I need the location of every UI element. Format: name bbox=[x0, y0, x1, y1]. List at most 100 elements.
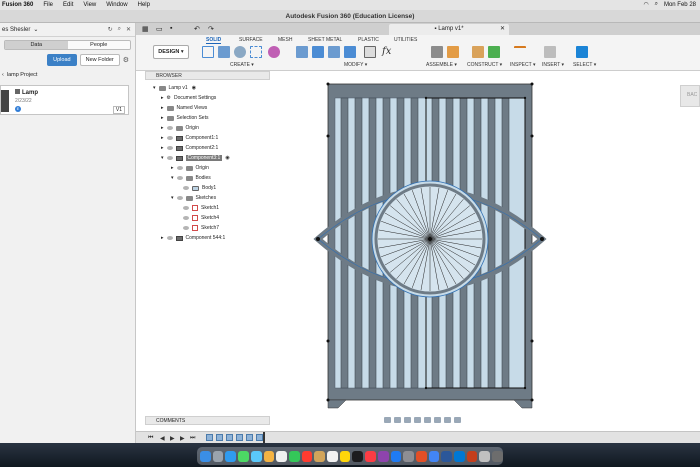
app-menu[interactable]: Fusion 360 bbox=[2, 2, 33, 8]
chevron-left-icon[interactable]: ‹ bbox=[2, 72, 4, 78]
timeline-start-icon[interactable]: ⏮ bbox=[148, 435, 153, 442]
workspace-switcher[interactable]: DESIGN ▾ bbox=[153, 45, 189, 59]
chevron-right-icon[interactable]: ▸ bbox=[161, 125, 164, 131]
tree-item-sketch7[interactable]: Sketch7 bbox=[183, 224, 219, 232]
viewports-icon[interactable] bbox=[454, 417, 461, 423]
timeline-feature[interactable] bbox=[206, 434, 213, 441]
midplane-icon[interactable] bbox=[488, 46, 500, 58]
menu-file[interactable]: File bbox=[43, 2, 53, 8]
group-construct[interactable]: CONSTRUCT ▾ bbox=[467, 62, 502, 68]
chevron-right-icon[interactable]: ▸ bbox=[171, 165, 174, 171]
tree-item-origin[interactable]: ▸ Origin bbox=[161, 124, 199, 132]
finder-icon[interactable] bbox=[200, 450, 211, 462]
timeline-end-icon[interactable]: ⏭ bbox=[190, 435, 195, 442]
chamfer-icon[interactable] bbox=[328, 46, 340, 58]
form-icon[interactable] bbox=[268, 46, 280, 58]
eye-icon[interactable] bbox=[183, 186, 189, 190]
calendar-icon[interactable] bbox=[301, 450, 313, 462]
undo-icon[interactable]: ↶ bbox=[194, 25, 200, 33]
chevron-down-icon[interactable]: ▾ bbox=[171, 175, 174, 181]
team-selector[interactable]: es Shesler bbox=[2, 27, 30, 33]
tree-item-component544[interactable]: ▸ Component 544:1 bbox=[161, 234, 225, 242]
word-icon[interactable] bbox=[441, 450, 453, 462]
tree-item-origin-sub[interactable]: ▸ Origin bbox=[171, 164, 209, 172]
tab-sheet-metal[interactable]: SHEET METAL bbox=[308, 37, 342, 43]
redo-icon[interactable]: ↷ bbox=[208, 25, 214, 33]
file-card-lamp[interactable]: Lamp 2/23/22 E V1 bbox=[0, 85, 129, 115]
eye-icon[interactable] bbox=[183, 216, 189, 220]
tab-utilities[interactable]: UTILITIES bbox=[394, 37, 417, 43]
close-icon[interactable]: ✕ bbox=[500, 24, 505, 35]
new-folder-button[interactable]: New Folder bbox=[79, 54, 120, 66]
zoom-icon[interactable] bbox=[414, 417, 421, 423]
chevron-down-icon[interactable]: ▾ bbox=[161, 155, 164, 161]
reminders-icon[interactable] bbox=[327, 450, 338, 462]
messages-icon[interactable] bbox=[238, 450, 249, 462]
comments-panel[interactable]: COMMENTS bbox=[145, 416, 270, 425]
powerpoint-icon[interactable] bbox=[466, 450, 478, 462]
tab-solid[interactable]: SOLID bbox=[206, 37, 222, 44]
clock[interactable]: Mon Feb 28 bbox=[664, 2, 696, 8]
tree-item-sketches[interactable]: ▾ Sketches bbox=[171, 194, 216, 202]
podcasts-icon[interactable] bbox=[377, 450, 389, 462]
group-assemble[interactable]: ASSEMBLE ▾ bbox=[426, 62, 457, 68]
chevron-right-icon[interactable]: ▸ bbox=[161, 115, 164, 121]
timeline-back-icon[interactable]: ◀ bbox=[160, 435, 165, 442]
tree-item-document-settings[interactable]: ▸ ⚙ Document Settings bbox=[161, 94, 216, 102]
parameters-icon[interactable]: fx bbox=[382, 46, 394, 58]
offset-plane-icon[interactable] bbox=[472, 46, 484, 58]
revolve-icon[interactable] bbox=[234, 46, 246, 58]
group-inspect[interactable]: INSPECT ▾ bbox=[510, 62, 536, 68]
app-store-icon[interactable] bbox=[390, 450, 402, 462]
facetime-icon[interactable] bbox=[288, 450, 300, 462]
viewcube[interactable]: BAC bbox=[680, 85, 700, 107]
browser-header[interactable]: BROWSER bbox=[145, 71, 270, 80]
eye-icon[interactable] bbox=[176, 196, 183, 200]
document-tab[interactable]: ▪ Lamp v1* ✕ bbox=[389, 24, 509, 35]
chrome-icon[interactable] bbox=[428, 450, 440, 462]
timeline-play-icon[interactable]: ▶ bbox=[170, 435, 175, 442]
move-icon[interactable] bbox=[364, 46, 376, 58]
chevron-right-icon[interactable]: ▸ bbox=[161, 95, 164, 101]
chevron-right-icon[interactable]: ▸ bbox=[161, 145, 164, 151]
search-icon[interactable]: ⌕ bbox=[118, 26, 121, 33]
contacts-icon[interactable] bbox=[314, 450, 326, 462]
select-icon[interactable] bbox=[576, 46, 588, 58]
combine-icon[interactable] bbox=[344, 46, 356, 58]
chevron-down-icon[interactable]: ▾ bbox=[153, 85, 156, 91]
zoom-window-icon[interactable] bbox=[424, 417, 431, 423]
close-icon[interactable]: ✕ bbox=[126, 26, 131, 33]
preview-icon[interactable] bbox=[479, 450, 491, 462]
eye-icon[interactable] bbox=[166, 236, 173, 240]
trash-icon[interactable] bbox=[492, 450, 503, 462]
display-settings-icon[interactable] bbox=[434, 417, 441, 423]
group-modify[interactable]: MODIFY ▾ bbox=[344, 62, 367, 68]
timeline-feature[interactable] bbox=[246, 434, 253, 441]
sweep-icon[interactable] bbox=[250, 46, 262, 58]
mail-icon[interactable] bbox=[250, 450, 262, 462]
wifi-icon[interactable]: ◠ bbox=[643, 1, 648, 8]
system-preferences-icon[interactable] bbox=[403, 450, 414, 462]
file-menu-icon[interactable]: ▭ bbox=[156, 25, 163, 33]
chevron-right-icon[interactable]: ▸ bbox=[161, 235, 164, 241]
tree-item-selection-sets[interactable]: ▸ Selection Sets bbox=[161, 114, 208, 122]
timeline-feature[interactable] bbox=[226, 434, 233, 441]
tv-icon[interactable] bbox=[352, 450, 364, 462]
tab-plastic[interactable]: PLASTIC bbox=[358, 37, 379, 43]
maps-icon[interactable] bbox=[263, 450, 275, 462]
tab-surface[interactable]: SURFACE bbox=[239, 37, 263, 43]
gear-icon[interactable]: ⚙ bbox=[123, 56, 129, 64]
tree-item-component3[interactable]: ▾ Component3:1 ◉ bbox=[161, 154, 230, 162]
orbit-icon[interactable] bbox=[384, 417, 391, 423]
tab-mesh[interactable]: MESH bbox=[278, 37, 292, 43]
refresh-icon[interactable]: ↻ bbox=[108, 26, 113, 33]
group-insert[interactable]: INSERT ▾ bbox=[542, 62, 564, 68]
tree-item-bodies[interactable]: ▾ Bodies bbox=[171, 174, 211, 182]
launchpad-icon[interactable] bbox=[212, 450, 224, 462]
timeline-feature[interactable] bbox=[256, 434, 263, 441]
tab-data[interactable]: Data bbox=[5, 41, 68, 49]
radio-icon[interactable]: ◉ bbox=[192, 85, 196, 91]
measure-icon[interactable] bbox=[514, 46, 526, 58]
tree-item-named-views[interactable]: ▸ Named Views bbox=[161, 104, 207, 112]
grid-settings-icon[interactable] bbox=[444, 417, 451, 423]
